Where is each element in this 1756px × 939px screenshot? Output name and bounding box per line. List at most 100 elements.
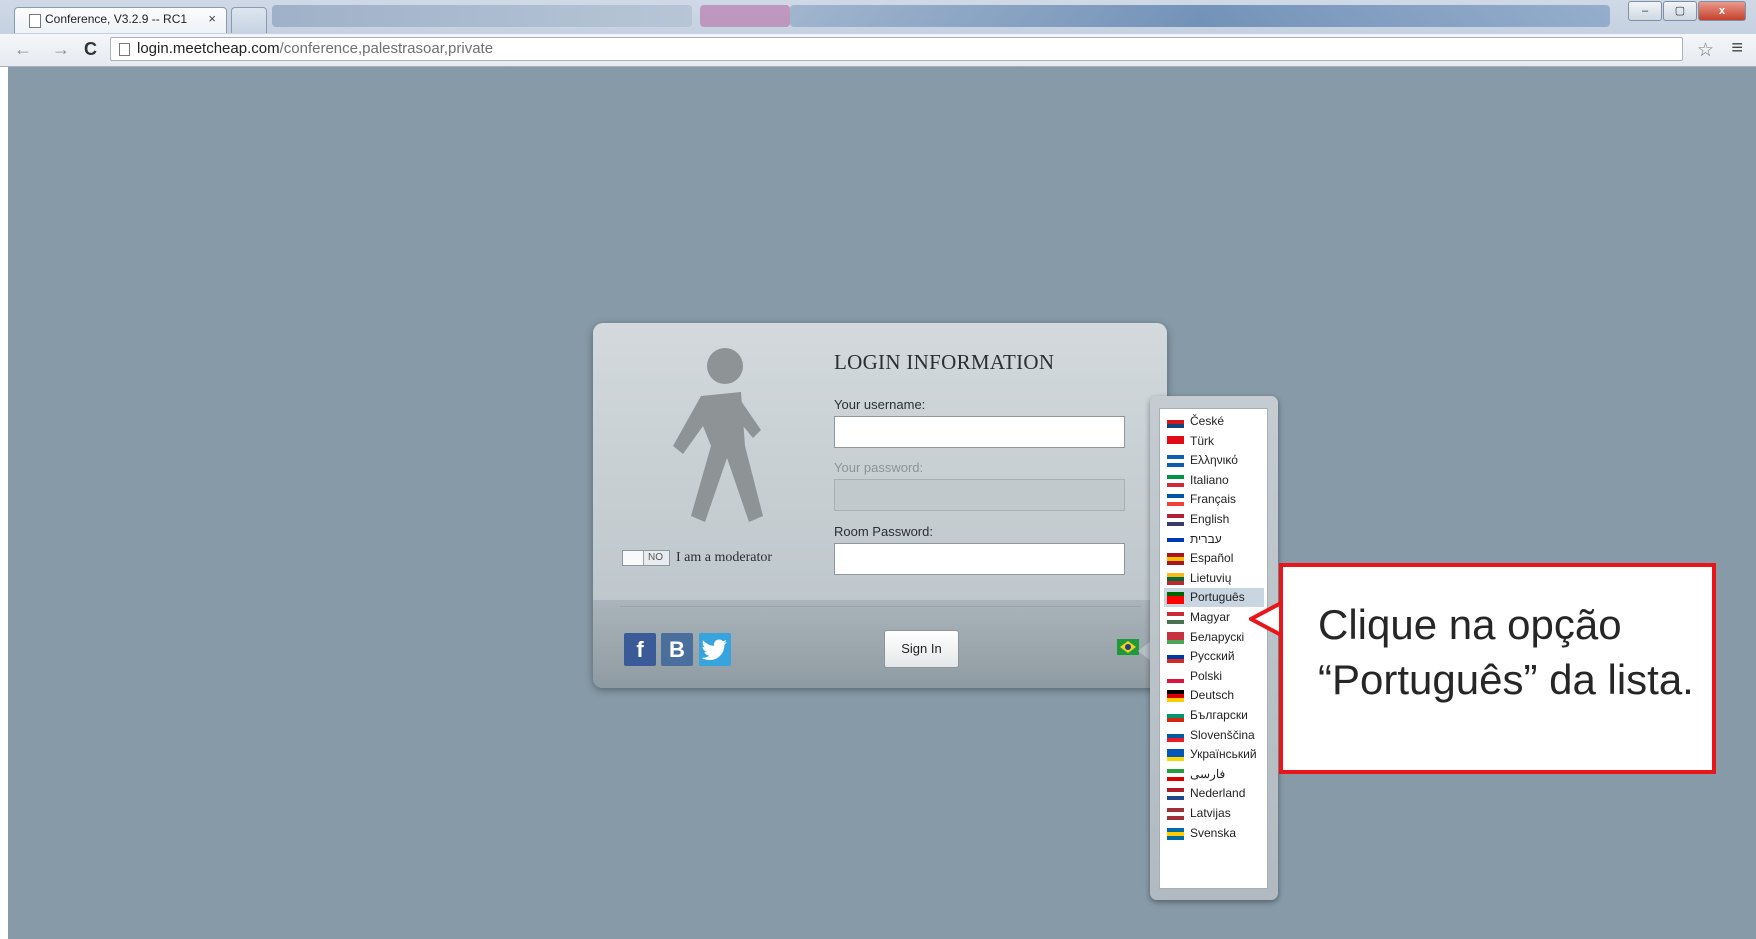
flag-icon: [1167, 553, 1184, 566]
flag-icon: [1167, 474, 1184, 487]
language-name: Deutsch: [1190, 688, 1235, 703]
url-path: /conference,palestrasoar,private: [279, 40, 494, 57]
background-area: [700, 5, 790, 27]
flag-icon: [1167, 435, 1184, 448]
language-name: Русский: [1190, 649, 1235, 664]
flag-icon: [1167, 827, 1184, 840]
flag-icon: [1167, 768, 1184, 781]
browser-tab[interactable]: Conference, V3.2.9 -- RC1 ×: [14, 7, 227, 33]
language-name: Magyar: [1190, 610, 1231, 624]
language-name: Български: [1190, 708, 1248, 722]
new-tab-button[interactable]: [231, 7, 267, 33]
language-option[interactable]: České: [1164, 412, 1264, 431]
flag-icon: [1167, 690, 1184, 703]
menu-icon[interactable]: ≡: [1731, 37, 1743, 60]
language-option[interactable]: English: [1164, 510, 1264, 529]
language-name: Lietuvių: [1190, 570, 1232, 585]
language-option[interactable]: Български: [1164, 706, 1264, 725]
flag-icon: [1167, 710, 1184, 722]
url-host: login.meetcheap.com: [137, 40, 280, 57]
twitter-bird-icon: [701, 639, 727, 660]
flag-icon: [1167, 533, 1184, 546]
password-input: [834, 479, 1125, 511]
language-option[interactable]: Italiano: [1164, 471, 1264, 490]
language-option[interactable]: עברית: [1164, 530, 1264, 549]
reload-icon[interactable]: C: [84, 39, 97, 60]
flag-icon: [1167, 494, 1184, 507]
close-window-button[interactable]: x: [1698, 1, 1746, 21]
bookmark-star-icon[interactable]: ☆: [1697, 39, 1714, 62]
language-name: Svenska: [1190, 825, 1237, 840]
language-name: Slovenščina: [1190, 727, 1255, 742]
flag-icon: [1167, 788, 1184, 801]
language-name: Беларускі: [1190, 629, 1245, 644]
browser-toolbar: ← → C login.meetcheap.com/conference,pal…: [0, 34, 1756, 67]
facebook-icon[interactable]: f: [624, 633, 656, 666]
language-option[interactable]: Lietuvių: [1164, 569, 1264, 588]
moderator-toggle[interactable]: NO: [622, 550, 670, 566]
language-name: Français: [1190, 492, 1237, 507]
back-icon[interactable]: ←: [14, 39, 32, 60]
toggle-knob: [623, 551, 644, 565]
room-password-label: Room Password:: [834, 524, 933, 539]
page-icon: [119, 43, 130, 56]
password-label: Your password:: [834, 460, 924, 475]
language-option[interactable]: Türk: [1164, 432, 1264, 451]
flag-icon: [1167, 612, 1184, 624]
language-option[interactable]: Nederland: [1164, 784, 1264, 803]
flag-icon: [1167, 651, 1184, 664]
twitter-icon[interactable]: [699, 633, 731, 666]
walking-person-icon: [673, 348, 763, 522]
flag-icon: [1167, 572, 1184, 585]
brazil-flag-icon[interactable]: [1117, 639, 1139, 655]
room-password-input[interactable]: [834, 543, 1125, 575]
forward-icon[interactable]: →: [52, 39, 70, 60]
language-option[interactable]: Slovenščina: [1164, 726, 1264, 745]
flag-circle: [1125, 644, 1131, 650]
flag-icon: [1167, 670, 1184, 683]
flag-icon: [1167, 808, 1184, 820]
username-label: Your username:: [834, 397, 926, 412]
language-option[interactable]: Español: [1164, 549, 1264, 568]
flag-icon: [1167, 729, 1184, 742]
language-option[interactable]: Ελληνικό: [1164, 451, 1264, 470]
browser-chrome: Conference, V3.2.9 -- RC1 × – ▢ x ← → C …: [0, 0, 1756, 67]
tab-close-icon[interactable]: ×: [208, 11, 216, 26]
username-input[interactable]: [834, 416, 1125, 448]
background-area: [790, 5, 1610, 27]
page-icon: [29, 14, 41, 28]
language-option[interactable]: Русский: [1164, 647, 1264, 666]
language-name: Nederland: [1190, 786, 1246, 801]
language-option[interactable]: Polski: [1164, 667, 1264, 686]
language-option[interactable]: Français: [1164, 490, 1264, 509]
language-name: English: [1190, 512, 1230, 526]
flag-icon: [1167, 592, 1184, 605]
language-option[interactable]: Latvijas: [1164, 804, 1264, 823]
language-name: České: [1190, 414, 1225, 428]
background-area: [272, 5, 692, 27]
vk-icon[interactable]: B: [661, 633, 693, 666]
flag-icon: [1167, 631, 1184, 644]
language-name: עברית: [1190, 531, 1222, 546]
flag-icon: [1167, 455, 1184, 468]
language-option[interactable]: Український: [1164, 745, 1264, 764]
minimize-button[interactable]: –: [1628, 1, 1662, 21]
language-name: Español: [1190, 551, 1234, 566]
sign-in-button[interactable]: Sign In: [884, 630, 959, 668]
maximize-button[interactable]: ▢: [1663, 1, 1697, 21]
flag-icon: [1167, 749, 1184, 762]
language-name: Türk: [1190, 433, 1214, 448]
language-name: فارسی: [1190, 766, 1226, 781]
login-title: LOGIN INFORMATION: [834, 350, 1055, 374]
callout-text: Clique na opção “Português” da lista.: [1318, 601, 1694, 703]
address-bar[interactable]: login.meetcheap.com/conference,palestras…: [110, 37, 1683, 61]
instruction-callout: Clique na opção “Português” da lista.: [1279, 563, 1716, 774]
language-list[interactable]: České Türk Ελληνικό Italiano Français English…: [1159, 408, 1268, 889]
language-option[interactable]: Deutsch: [1164, 686, 1264, 705]
language-name: Polski: [1190, 668, 1223, 683]
language-option[interactable]: Svenska: [1164, 824, 1264, 843]
callout-arrow: [1249, 600, 1283, 638]
language-option[interactable]: فارسی: [1164, 765, 1264, 784]
language-name: Português: [1190, 590, 1245, 605]
language-name: Latvijas: [1190, 806, 1231, 820]
